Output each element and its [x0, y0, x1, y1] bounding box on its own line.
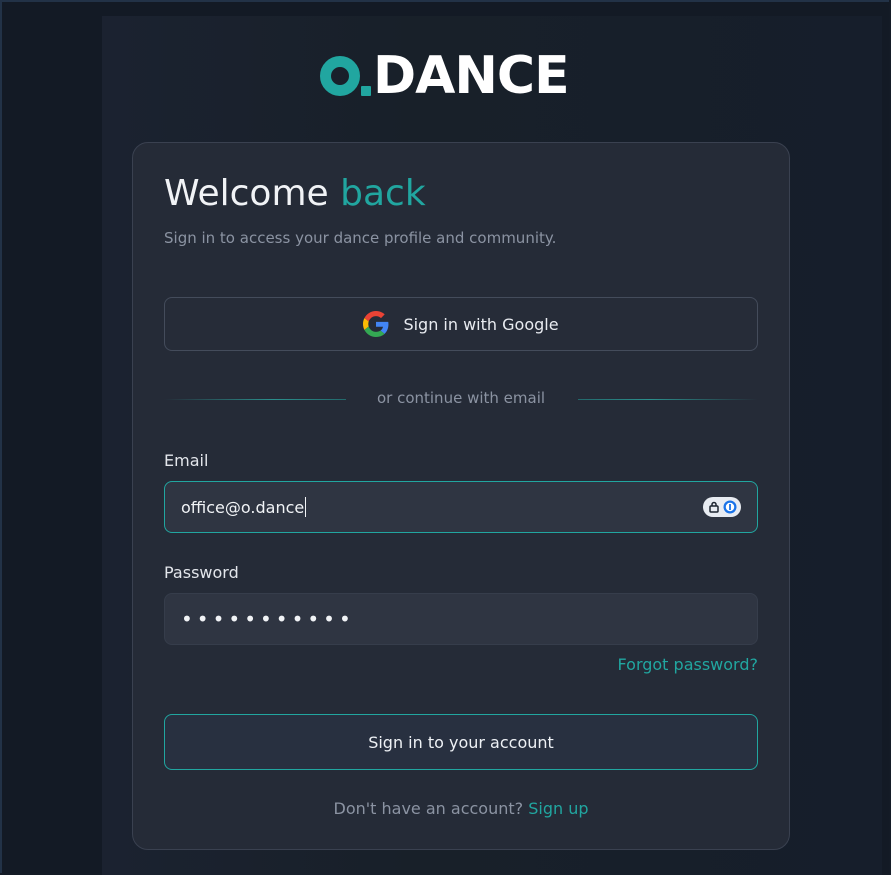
signup-link[interactable]: Sign up [528, 799, 588, 818]
or-divider: or continue with email [164, 389, 758, 409]
google-sign-in-button[interactable]: Sign in with Google [164, 297, 758, 351]
google-g-logo-icon [363, 311, 389, 337]
password-field[interactable]: ••••••••••• [164, 593, 758, 645]
divider-text: or continue with email [376, 389, 546, 407]
page-title: Welcome back [164, 173, 426, 214]
logo-o-mark [320, 56, 360, 96]
email-label: Email [164, 451, 209, 470]
google-button-label: Sign in with Google [403, 314, 559, 334]
email-value: office@o.dance [181, 497, 305, 517]
text-caret [305, 497, 307, 517]
signup-prompt-row: Don't have an account? Sign up [133, 799, 789, 818]
title-prefix: Welcome [164, 173, 329, 214]
logo-dot-mark [361, 86, 371, 96]
brand-logo: DANCE [320, 32, 570, 106]
app-frame: DANCE Welcome back Sign in to access you… [0, 0, 889, 875]
title-accent: back [340, 173, 426, 214]
sign-in-button[interactable]: Sign in to your account [164, 714, 758, 770]
logo-wordmark: DANCE [373, 46, 570, 106]
page-subtitle: Sign in to access your dance profile and… [164, 229, 557, 247]
password-manager-badge[interactable] [703, 497, 741, 517]
signup-prompt: Don't have an account? [333, 799, 524, 818]
lock-icon [708, 501, 719, 513]
onepassword-icon [723, 500, 736, 514]
password-masked-value: ••••••••••• [181, 607, 355, 631]
divider-line-right [578, 399, 758, 400]
password-label: Password [164, 563, 239, 582]
email-field[interactable]: office@o.dance [164, 481, 758, 533]
forgot-password-link[interactable]: Forgot password? [618, 655, 758, 674]
login-card: Welcome back Sign in to access your danc… [132, 142, 790, 850]
